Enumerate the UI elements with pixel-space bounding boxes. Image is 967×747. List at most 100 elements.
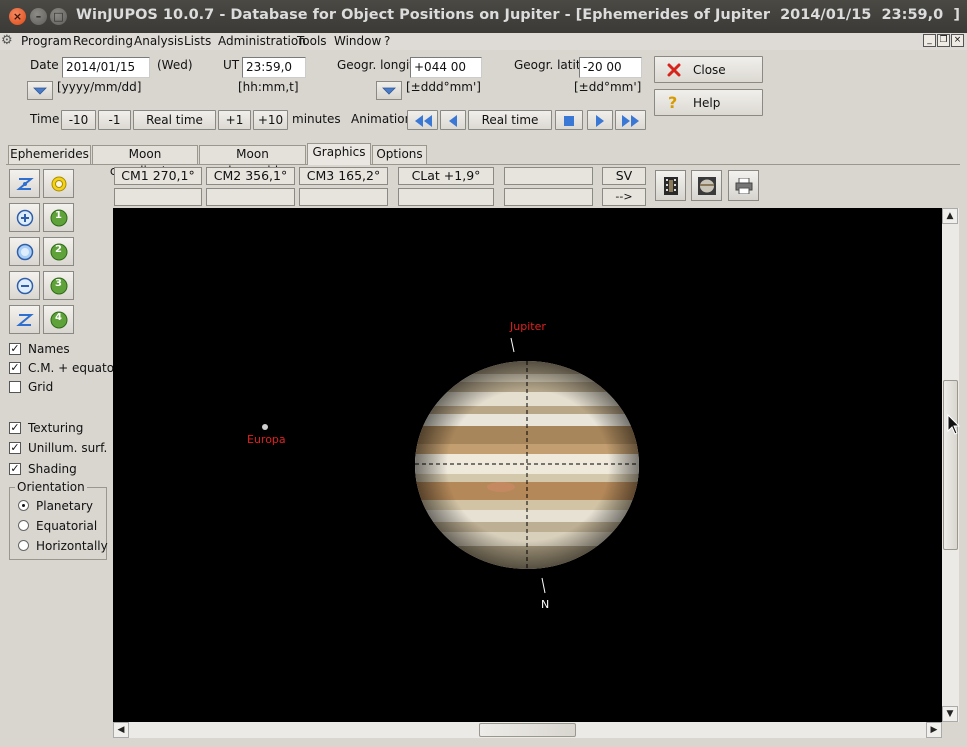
names-label: Names	[28, 342, 70, 356]
time-label: Time	[30, 112, 60, 126]
animation-fast-forward-button[interactable]	[615, 110, 646, 130]
menu-administration[interactable]: Administration	[218, 33, 306, 50]
help-button[interactable]: ? Help	[654, 89, 763, 116]
scroll-right-arrow[interactable]: ▶	[926, 722, 942, 738]
print-button[interactable]	[728, 170, 759, 201]
unillum-checkbox[interactable]: ✓	[9, 442, 21, 454]
longitude-input[interactable]: +044 00	[410, 57, 482, 78]
sv-arrow-button[interactable]: -->	[602, 188, 646, 206]
zoom-out-button[interactable]	[9, 271, 40, 300]
mdi-restore-button[interactable]: ❐	[937, 34, 950, 47]
mdi-close-button[interactable]: ×	[951, 34, 964, 47]
planetary-radio[interactable]	[18, 500, 29, 511]
longitude-label: Geogr. longit.	[337, 58, 418, 72]
scroll-down-arrow[interactable]: ▼	[942, 706, 958, 722]
zoom-in-button[interactable]	[9, 203, 40, 232]
scroll-left-arrow[interactable]: ◀	[113, 722, 129, 738]
help-button-label: Help	[693, 96, 721, 110]
animation-back-button[interactable]	[440, 110, 466, 130]
jupiter-label: Jupiter	[510, 320, 546, 333]
ut-input[interactable]: 23:59,0	[242, 57, 306, 78]
animation-fast-rewind-button[interactable]	[407, 110, 438, 130]
mdi-minimize-button[interactable]: _	[923, 34, 936, 47]
latitude-input[interactable]: -20 00	[579, 57, 642, 78]
weekday-text: (Wed)	[157, 58, 193, 72]
info-row2-cell-5	[504, 188, 593, 206]
fast-rewind-icon	[414, 115, 432, 127]
menu-program[interactable]: Program	[21, 33, 72, 50]
zoom-in-icon	[16, 209, 34, 227]
horizontally-radio[interactable]	[18, 540, 29, 551]
jupiter-pointer-line	[510, 337, 515, 353]
cm-equator-checkbox[interactable]: ✓	[9, 362, 21, 374]
animation-forward-button[interactable]	[587, 110, 613, 130]
grid-checkbox[interactable]	[9, 381, 21, 393]
cm-equator-label: C.M. + equator	[28, 361, 119, 375]
graphics-canvas[interactable]: Jupiter Europa N	[113, 208, 942, 722]
red-x-icon	[667, 63, 681, 77]
moon-2-button[interactable]: 2	[43, 237, 74, 266]
date-label: Date	[30, 58, 59, 72]
film-button[interactable]	[655, 170, 686, 201]
time-minus10-button[interactable]: -10	[61, 110, 96, 130]
shading-checkbox[interactable]: ✓	[9, 463, 21, 475]
moon-1-number: 1	[55, 210, 62, 221]
window-close-button[interactable]: ×	[9, 8, 26, 25]
time-plus1-button[interactable]: +1	[218, 110, 251, 130]
equatorial-label: Equatorial	[36, 519, 98, 533]
horizontal-scrollbar[interactable]: ◀ ▶	[113, 722, 942, 738]
animation-realtime-button[interactable]: Real time	[468, 110, 552, 130]
zoom-extent-button[interactable]	[9, 305, 40, 334]
longitude-format-hint: [±ddd°mm']	[406, 80, 481, 94]
app-icon[interactable]: ⚙	[1, 34, 15, 48]
grid-label: Grid	[28, 380, 54, 394]
time-minus1-button[interactable]: -1	[98, 110, 131, 130]
horizontal-scroll-thumb[interactable]	[479, 723, 576, 737]
close-button[interactable]: Close	[654, 56, 763, 83]
scroll-up-arrow[interactable]: ▲	[942, 208, 958, 224]
film-icon	[664, 177, 678, 195]
date-input[interactable]: 2014/01/15	[62, 57, 150, 78]
zoom-reset-icon	[16, 243, 34, 261]
center-moon-button[interactable]	[43, 169, 74, 198]
cm3-readout: CM3 165,2°	[299, 167, 388, 185]
latitude-label: Geogr. latit.	[514, 58, 585, 72]
chevron-down-icon	[33, 87, 47, 95]
planetary-label: Planetary	[36, 499, 94, 513]
latitude-format-hint: [±dd°mm']	[574, 80, 642, 94]
animation-stop-button[interactable]	[555, 110, 583, 130]
window-maximize-button[interactable]: □	[50, 8, 67, 25]
texturing-checkbox[interactable]: ✓	[9, 422, 21, 434]
zoom-fit-button[interactable]	[9, 169, 40, 198]
tab-moon-ephemerides[interactable]: Moon ephemerides	[199, 145, 306, 178]
time-plus10-button[interactable]: +10	[253, 110, 288, 130]
planet-image-button[interactable]	[691, 170, 722, 201]
menu-tools[interactable]: Tools	[297, 33, 327, 50]
tab-options[interactable]: Options	[372, 145, 427, 164]
chevron-down-icon	[382, 87, 396, 95]
longitude-dropdown-button[interactable]	[376, 81, 402, 100]
texturing-label: Texturing	[28, 421, 84, 435]
tab-ephemerides[interactable]: Ephemerides	[8, 145, 91, 164]
zoom-extent-icon	[16, 314, 34, 326]
moon-4-button[interactable]: 4	[43, 305, 74, 334]
vertical-scroll-thumb[interactable]	[943, 380, 958, 550]
mouse-cursor-icon	[947, 414, 961, 435]
equatorial-radio[interactable]	[18, 520, 29, 531]
window-minimize-button[interactable]: –	[30, 8, 47, 25]
names-checkbox[interactable]: ✓	[9, 343, 21, 355]
moon-1-button[interactable]: 1	[43, 203, 74, 232]
cm1-readout: CM1 270,1°	[114, 167, 202, 185]
menu-window[interactable]: Window	[334, 33, 381, 50]
tab-graphics[interactable]: Graphics	[307, 143, 371, 165]
menu-help[interactable]: ?	[384, 33, 390, 50]
zoom-reset-button[interactable]	[9, 237, 40, 266]
moon-3-button[interactable]: 3	[43, 271, 74, 300]
menu-recording[interactable]: Recording	[73, 33, 133, 50]
vertical-scrollbar[interactable]: ▲ ▼	[942, 208, 959, 722]
date-dropdown-button[interactable]	[27, 81, 53, 100]
menu-lists[interactable]: Lists	[184, 33, 211, 50]
time-realtime-button[interactable]: Real time	[133, 110, 216, 130]
tab-moon-coordinates[interactable]: Moon coordinates	[92, 145, 198, 178]
menu-analysis[interactable]: Analysis	[134, 33, 183, 50]
